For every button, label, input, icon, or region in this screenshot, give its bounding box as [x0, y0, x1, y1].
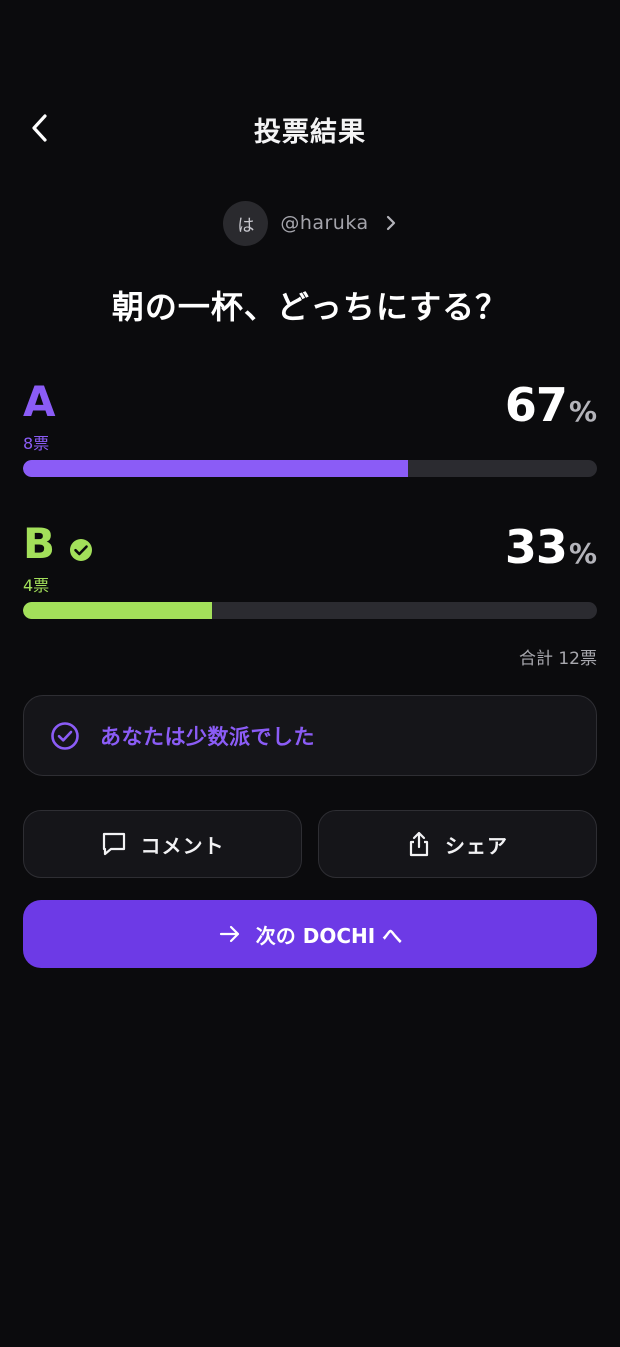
percent-value: 67	[504, 378, 568, 432]
progress-fill	[23, 602, 213, 619]
comment-label: コメント	[140, 833, 225, 858]
option-votes: 4票	[23, 576, 50, 595]
option-percent: 67 %	[505, 378, 597, 432]
total-votes: 合計 12票	[518, 649, 597, 669]
option-letter: B	[23, 519, 56, 568]
question-title: 朝の一杯、どっちにする？	[111, 288, 509, 326]
header: 投票結果	[0, 96, 620, 158]
option-votes: 8票	[23, 434, 50, 453]
comment-icon	[102, 832, 125, 856]
chevron-right-icon	[385, 214, 397, 232]
option-letter: A	[23, 377, 56, 426]
check-circle-icon	[70, 539, 93, 561]
progress-track	[23, 602, 597, 619]
avatar: は	[223, 200, 269, 246]
result-banner: あなたは少数派でした	[23, 695, 597, 776]
option-b: B 4票 33 %	[23, 519, 597, 619]
share-label: シェア	[445, 833, 508, 858]
percent-sign: %	[568, 395, 597, 428]
result-text: あなたは少数派でした	[100, 724, 315, 749]
author-link[interactable]: は @haruka	[0, 200, 620, 246]
progress-fill	[23, 460, 408, 477]
arrow-right-icon	[219, 925, 239, 943]
comment-button[interactable]: コメント	[23, 810, 302, 878]
progress-track	[23, 460, 597, 477]
share-button[interactable]: シェア	[318, 810, 597, 878]
percent-value: 33	[504, 520, 568, 574]
option-percent: 33 %	[505, 520, 597, 574]
option-a: A 8票 67 %	[23, 377, 597, 477]
page-title: 投票結果	[254, 117, 366, 148]
next-dochi-button[interactable]: 次の DOCHI へ	[23, 900, 597, 968]
vote-result-screen: 投票結果 は @haruka 朝の一杯、どっちにする？ A 8票 67 % B	[0, 0, 620, 1347]
author-handle: @haruka	[280, 212, 369, 234]
share-icon	[409, 831, 429, 857]
next-label: 次の DOCHI へ	[255, 923, 403, 948]
check-circle-outline-icon	[51, 721, 79, 750]
percent-sign: %	[568, 537, 597, 570]
